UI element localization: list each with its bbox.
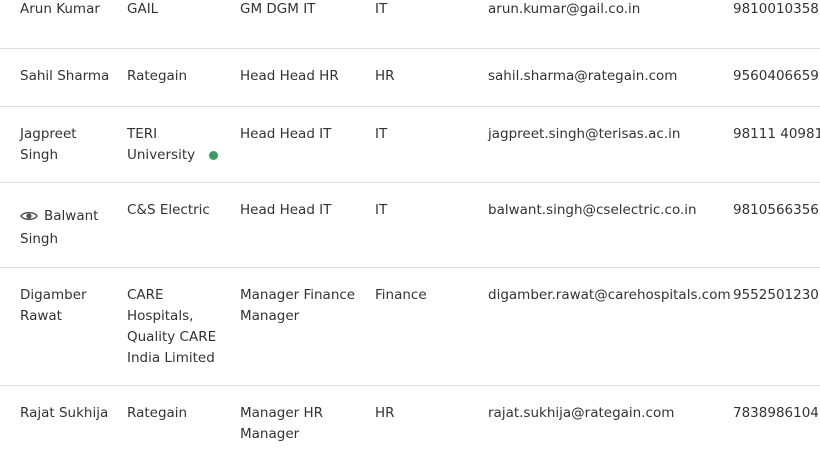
- contact-department: IT: [375, 1, 388, 17]
- contact-phone: 9560406659: [733, 68, 819, 84]
- contact-department: IT: [375, 202, 388, 218]
- contact-email[interactable]: arun.kumar@gail.co.in: [488, 0, 724, 20]
- contact-email[interactable]: digamber.rawat@carehospitals.com: [488, 285, 731, 306]
- contact-company: TERI University: [127, 126, 196, 163]
- contact-email[interactable]: jagpreet.singh@terisas.ac.in: [488, 124, 724, 145]
- contact-designation: Manager Finance Manager: [240, 287, 356, 324]
- contact-designation: Head Head IT: [240, 126, 332, 142]
- contact-phone: 9810010358: [733, 1, 819, 17]
- contact-name: Digamber Rawat: [20, 287, 87, 324]
- contact-email[interactable]: balwant.singh@cselectric.co.in: [488, 200, 724, 221]
- online-status-icon: [209, 151, 219, 160]
- contact-company: C&S Electric: [127, 202, 210, 218]
- contact-designation: Head Head HR: [240, 68, 339, 84]
- contact-name: Jagpreet Singh: [20, 126, 77, 163]
- contact-name: Arun Kumar: [20, 1, 100, 17]
- contact-designation: Head Head IT: [240, 202, 332, 218]
- contact-phone: 98111 40981: [733, 126, 820, 142]
- table-row[interactable]: Arun Kumar GAIL GM DGM IT IT arun.kumar@…: [0, 0, 820, 49]
- contact-phone: 7838986104: [733, 405, 819, 421]
- eye-icon[interactable]: [20, 208, 38, 229]
- contact-company-cell: TERI University: [127, 124, 227, 166]
- table-row[interactable]: Jagpreet Singh TERI University Head Head…: [0, 107, 820, 183]
- contact-email[interactable]: rajat.sukhija@rategain.com: [488, 403, 724, 424]
- contact-company: CARE Hospitals, Quality CARE India Limit…: [127, 287, 217, 366]
- table-row[interactable]: Sahil Sharma Rategain Head Head HR HR sa…: [0, 49, 820, 107]
- contact-company: Rategain: [127, 68, 188, 84]
- contact-name: Sahil Sharma: [20, 68, 110, 84]
- contact-department: HR: [375, 405, 395, 421]
- contact-name: Rajat Sukhija: [20, 405, 109, 421]
- table-row[interactable]: Digamber Rawat CARE Hospitals, Quality C…: [0, 268, 820, 386]
- contact-phone: 9810566356: [733, 202, 819, 218]
- contact-designation: GM DGM IT: [240, 1, 316, 17]
- contact-department: HR: [375, 68, 395, 84]
- contact-department: IT: [375, 126, 388, 142]
- contact-company: Rategain: [127, 405, 188, 421]
- contact-email[interactable]: sahil.sharma@rategain.com: [488, 66, 724, 87]
- contact-company: GAIL: [127, 1, 159, 17]
- table-row[interactable]: Rajat Sukhija Rategain Manager HR Manage…: [0, 386, 820, 466]
- contact-department: Finance: [375, 287, 427, 303]
- contact-designation: Manager HR Manager: [240, 405, 323, 442]
- table-row[interactable]: Balwant Singh C&S Electric Head Head IT …: [0, 183, 820, 268]
- contact-phone: 9552501230: [733, 287, 819, 303]
- contact-name-cell: Balwant Singh: [20, 206, 110, 250]
